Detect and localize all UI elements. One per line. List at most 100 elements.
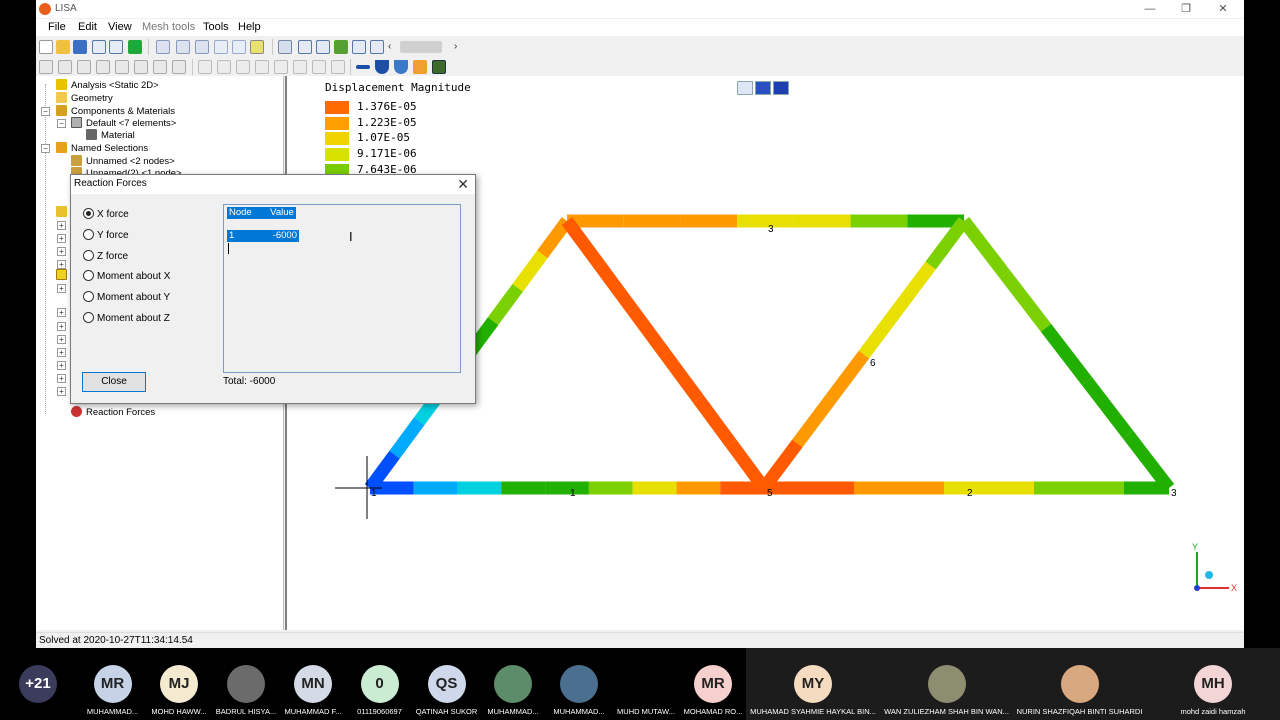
shell-icon[interactable]: [375, 60, 389, 74]
participant-tile[interactable]: +21: [10, 648, 66, 720]
expand-toggle[interactable]: +: [57, 247, 66, 256]
menu-view[interactable]: View: [108, 21, 132, 33]
mesh-refine-icon[interactable]: [198, 60, 212, 74]
collapse-toggle[interactable]: −: [41, 107, 50, 116]
radio-z-force[interactable]: Z force: [83, 250, 128, 264]
collapse-toggle[interactable]: −: [57, 119, 66, 128]
tree-item-named-selections[interactable]: Named Selections: [56, 142, 148, 155]
beam-icon[interactable]: [356, 65, 370, 69]
solve-icon[interactable]: [128, 40, 142, 54]
maximize-button[interactable]: ❐: [1172, 1, 1200, 17]
mesh-element-icon[interactable]: [58, 60, 72, 74]
mesh-mirror-icon[interactable]: [172, 60, 186, 74]
close-button[interactable]: ✕: [1209, 1, 1237, 17]
participant-tile[interactable]: MUHAMMAD...: [546, 648, 612, 720]
expand-toggle[interactable]: +: [57, 322, 66, 331]
participant-tile[interactable]: NURIN SHAZFIQAH BINTI SUHARDI: [1013, 648, 1146, 720]
new-file-icon[interactable]: [39, 40, 53, 54]
menu-edit[interactable]: Edit: [78, 21, 97, 33]
zoom-icon[interactable]: [214, 40, 228, 54]
mesh-scale-icon[interactable]: [293, 60, 307, 74]
participant-tile[interactable]: WAN ZULIEZHAM SHAH BIN WAN...: [880, 648, 1013, 720]
undo-icon[interactable]: [92, 40, 106, 54]
radio-x-force[interactable]: X force: [83, 208, 129, 222]
mesh-face-icon[interactable]: [96, 60, 110, 74]
radio-y-force[interactable]: Y force: [83, 229, 129, 243]
mesh-split-icon[interactable]: [217, 60, 231, 74]
mesh-merge-icon[interactable]: [255, 60, 269, 74]
tree-item-geometry[interactable]: Geometry: [56, 92, 113, 105]
tree-item-analysis[interactable]: Analysis <Static 2D>: [56, 79, 159, 92]
list-row[interactable]: 1 -6000: [227, 230, 299, 242]
participant-tile[interactable]: MUHAMMAD...: [480, 648, 546, 720]
results-icon[interactable]: [432, 60, 446, 74]
tree-item-results[interactable]: [56, 269, 71, 282]
results-listbox[interactable]: Node Value 1 -6000 I: [223, 204, 461, 373]
participant-tile[interactable]: MN MUHAMMAD F...: [280, 648, 346, 720]
view-solid-icon[interactable]: [334, 40, 348, 54]
collapse-toggle[interactable]: −: [41, 144, 50, 153]
expand-toggle[interactable]: +: [57, 221, 66, 230]
participant-tile[interactable]: MR MOHAMAD RO...: [680, 648, 746, 720]
view-3d-icon[interactable]: [278, 40, 292, 54]
toolbar-scrollbar[interactable]: [400, 41, 442, 53]
expand-toggle[interactable]: +: [57, 387, 66, 396]
dialog-close-button[interactable]: Close: [82, 372, 146, 392]
expand-toggle[interactable]: +: [57, 374, 66, 383]
minimize-button[interactable]: —: [1136, 1, 1164, 17]
expand-toggle[interactable]: +: [57, 284, 66, 293]
participant-tile[interactable]: MH mohd zaidi hamzah: [1146, 648, 1280, 720]
menu-file[interactable]: File: [48, 21, 66, 33]
expand-toggle[interactable]: +: [57, 361, 66, 370]
deform-icon[interactable]: [394, 60, 408, 74]
tree-item-loads[interactable]: [56, 206, 71, 219]
mesh-check-icon[interactable]: [331, 60, 345, 74]
redo-icon[interactable]: [109, 40, 123, 54]
menu-tools[interactable]: Tools: [203, 21, 229, 33]
radio-moment-x[interactable]: Moment about X: [83, 270, 170, 284]
expand-toggle[interactable]: +: [57, 234, 66, 243]
mesh-delete-icon[interactable]: [134, 60, 148, 74]
menu-help[interactable]: Help: [238, 21, 261, 33]
mesh-edge-icon[interactable]: [77, 60, 91, 74]
scroll-left-icon[interactable]: ‹: [388, 40, 396, 54]
scroll-right-icon[interactable]: ›: [454, 40, 462, 54]
expand-toggle[interactable]: +: [57, 260, 66, 269]
participant-tile[interactable]: QS QATINAH SUKOR: [413, 648, 480, 720]
participant-tile[interactable]: MY MUHAMAD SYAHMIE HAYKAL BIN...: [746, 648, 880, 720]
menu-mesh-tools[interactable]: Mesh tools: [142, 21, 195, 33]
open-folder-icon[interactable]: [56, 40, 70, 54]
save-icon[interactable]: [73, 40, 87, 54]
duplicate-icon[interactable]: [176, 40, 190, 54]
participant-tile[interactable]: BADRUL HISYA...: [212, 648, 280, 720]
expand-toggle[interactable]: +: [57, 308, 66, 317]
participant-tile[interactable]: MR MUHAMMAD...: [79, 648, 146, 720]
view-wire-icon[interactable]: [352, 40, 366, 54]
tree-item-material[interactable]: Material: [86, 129, 135, 142]
mesh-rotate-icon[interactable]: [236, 60, 250, 74]
view-iso-icon[interactable]: [370, 40, 384, 54]
mesh-move-icon[interactable]: [274, 60, 288, 74]
view-side-icon[interactable]: [316, 40, 330, 54]
listbox-scrollbar[interactable]: [450, 205, 460, 372]
view-front-icon[interactable]: [298, 40, 312, 54]
dialog-close-icon[interactable]: ✕: [457, 176, 469, 193]
participant-tile[interactable]: 0 01119060697: [346, 648, 413, 720]
participant-tile[interactable]: MUHD MUTAW...: [612, 648, 680, 720]
load-icon[interactable]: [413, 60, 427, 74]
mesh-node-icon[interactable]: [39, 60, 53, 74]
radio-moment-z[interactable]: Moment about Z: [83, 312, 170, 326]
radio-moment-y[interactable]: Moment about Y: [83, 291, 170, 305]
toolbar-mesh: [36, 57, 1244, 77]
zoom-extents-icon[interactable]: [195, 40, 209, 54]
tree-item-reaction-forces[interactable]: Reaction Forces: [71, 406, 155, 419]
expand-toggle[interactable]: +: [57, 348, 66, 357]
pan-icon[interactable]: [232, 40, 246, 54]
mesh-extrude-icon[interactable]: [153, 60, 167, 74]
mesh-select-icon[interactable]: [115, 60, 129, 74]
expand-toggle[interactable]: +: [57, 335, 66, 344]
participant-tile[interactable]: MJ MOHD HAWW...: [146, 648, 212, 720]
copy-icon[interactable]: [156, 40, 170, 54]
zoom-window-icon[interactable]: [250, 40, 264, 54]
mesh-align-icon[interactable]: [312, 60, 326, 74]
